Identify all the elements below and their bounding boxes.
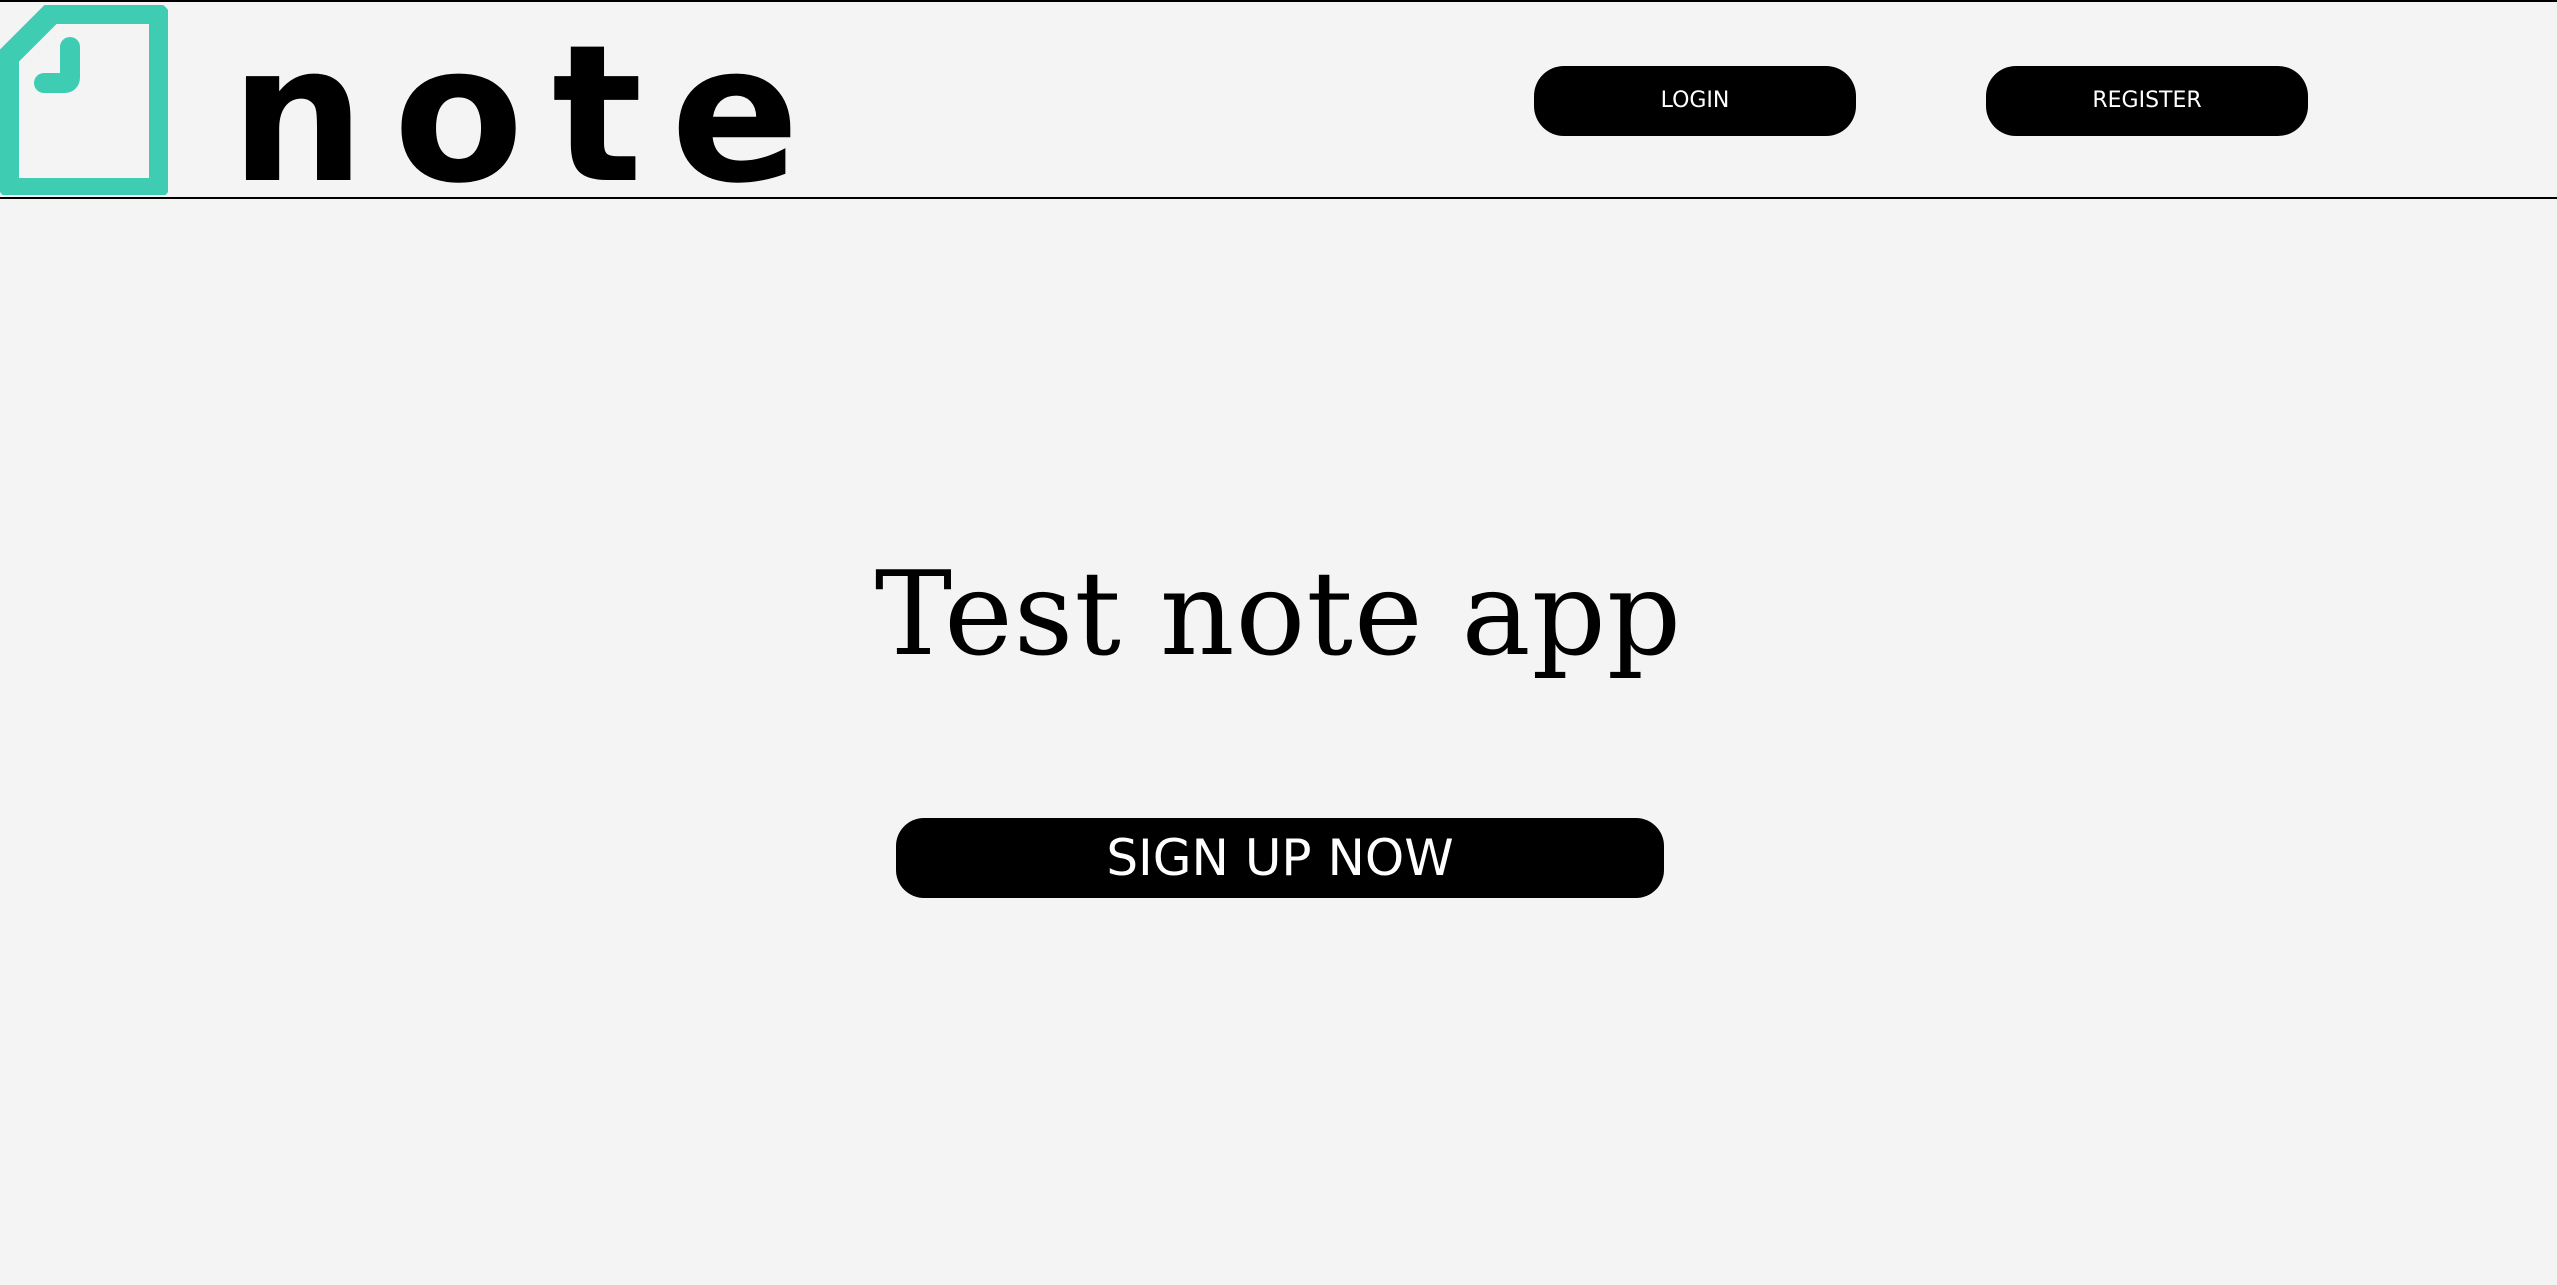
- logo-wordmark: note: [230, 4, 828, 225]
- login-button[interactable]: LOGIN: [1534, 66, 1856, 136]
- note-page-icon: [0, 5, 168, 195]
- logo[interactable]: note: [0, 2, 799, 210]
- register-button[interactable]: REGISTER: [1986, 66, 2308, 136]
- site-header: note LOGIN REGISTER: [0, 0, 2557, 210]
- sign-up-now-button[interactable]: SIGN UP NOW: [896, 818, 1664, 898]
- page-title: Test note app: [874, 547, 1683, 682]
